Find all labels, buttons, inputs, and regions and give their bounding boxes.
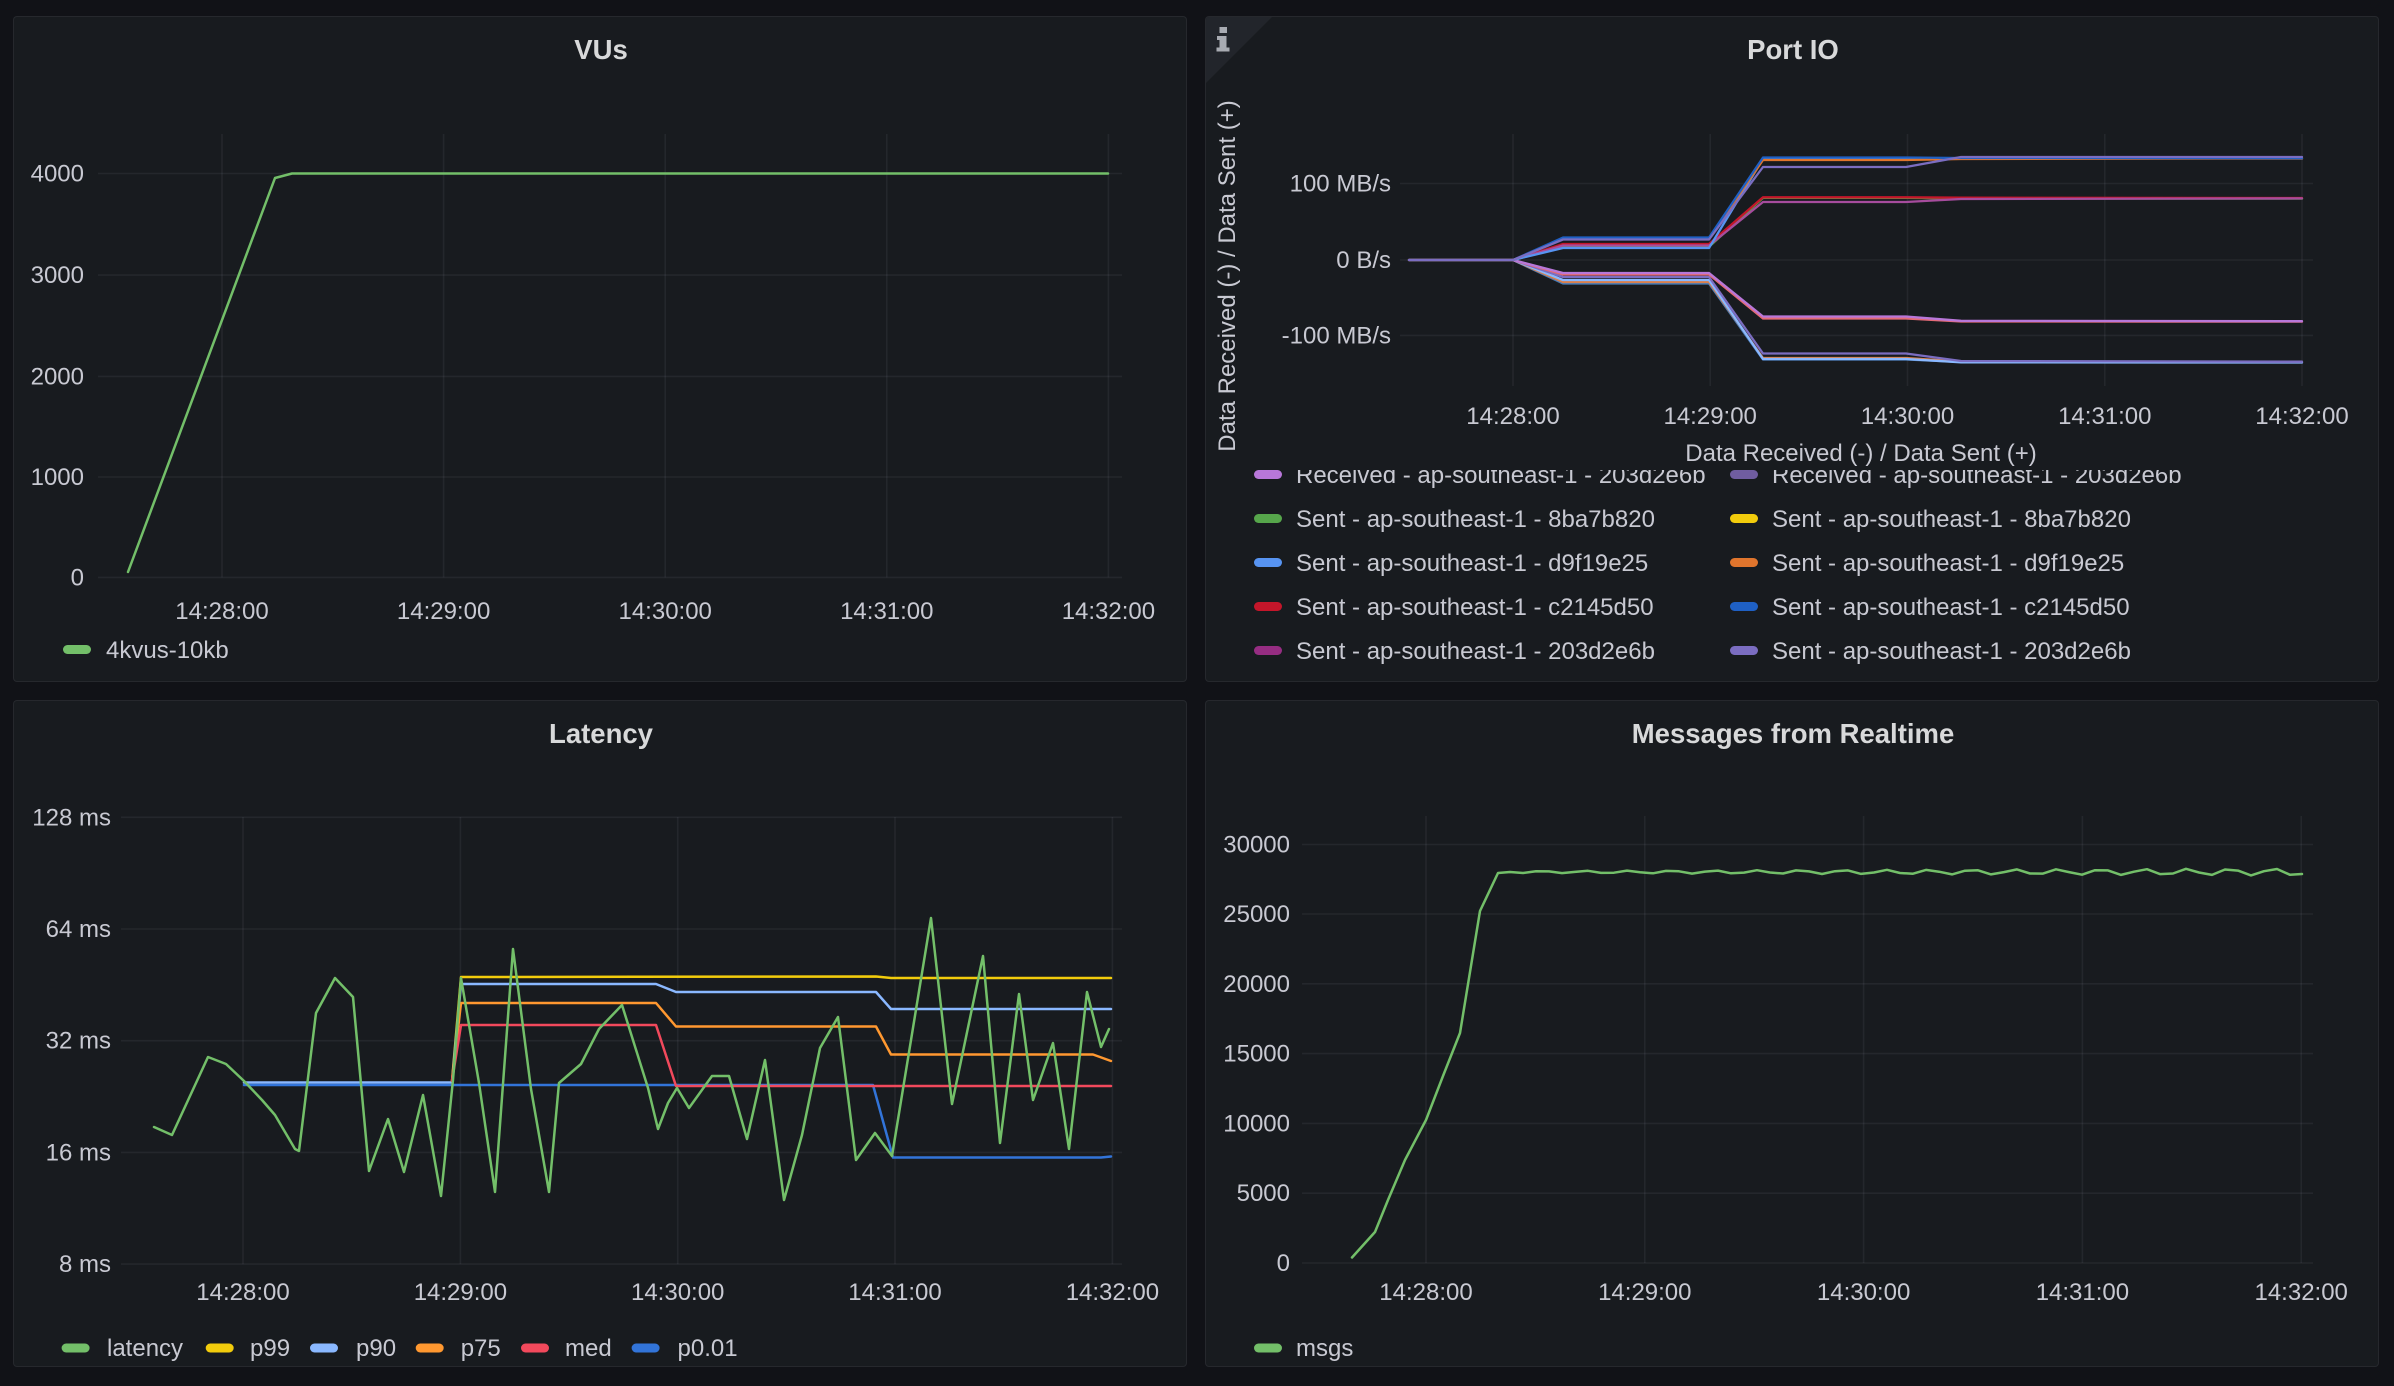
svg-text:Sent - ap-southeast-1 - d9f19e: Sent - ap-southeast-1 - d9f19e25 <box>1772 550 2124 577</box>
svg-text:64 ms: 64 ms <box>46 916 111 943</box>
svg-text:32 ms: 32 ms <box>46 1028 111 1055</box>
svg-text:0: 0 <box>71 564 84 591</box>
svg-text:Sent - ap-southeast-1 - 8ba7b8: Sent - ap-southeast-1 - 8ba7b820 <box>1296 506 1655 533</box>
svg-text:14:29:00: 14:29:00 <box>397 598 490 625</box>
svg-text:14:29:00: 14:29:00 <box>1598 1279 1691 1306</box>
svg-text:Port IO: Port IO <box>1747 34 1839 65</box>
svg-text:10000: 10000 <box>1223 1110 1290 1137</box>
svg-text:Received - ap-southeast-1 - 20: Received - ap-southeast-1 - 203d2e6b <box>1296 462 1706 489</box>
svg-text:14:29:00: 14:29:00 <box>1663 403 1756 430</box>
svg-text:14:31:00: 14:31:00 <box>848 1279 941 1306</box>
svg-text:Sent - ap-southeast-1 - d9f19e: Sent - ap-southeast-1 - d9f19e25 <box>1296 550 1648 577</box>
svg-text:msgs: msgs <box>1296 1335 1353 1362</box>
svg-text:8 ms: 8 ms <box>59 1251 111 1278</box>
svg-text:14:32:00: 14:32:00 <box>1066 1279 1159 1306</box>
svg-text:100 MB/s: 100 MB/s <box>1290 171 1391 198</box>
svg-text:Sent - ap-southeast-1 - 203d2e: Sent - ap-southeast-1 - 203d2e6b <box>1296 638 1655 665</box>
svg-text:Sent - ap-southeast-1 - 203d2e: Sent - ap-southeast-1 - 203d2e6b <box>1772 638 2131 665</box>
svg-text:14:32:00: 14:32:00 <box>1062 598 1155 625</box>
svg-text:14:28:00: 14:28:00 <box>1379 1279 1472 1306</box>
svg-text:128 ms: 128 ms <box>32 804 111 831</box>
svg-text:14:30:00: 14:30:00 <box>618 598 711 625</box>
svg-text:14:31:00: 14:31:00 <box>2058 403 2151 430</box>
svg-text:14:30:00: 14:30:00 <box>631 1279 724 1306</box>
svg-text:14:31:00: 14:31:00 <box>2036 1279 2129 1306</box>
svg-text:Latency: Latency <box>549 718 654 749</box>
svg-text:3000: 3000 <box>31 262 84 289</box>
svg-text:14:31:00: 14:31:00 <box>840 598 933 625</box>
svg-text:16 ms: 16 ms <box>46 1139 111 1166</box>
svg-text:14:32:00: 14:32:00 <box>2255 403 2348 430</box>
svg-text:15000: 15000 <box>1223 1041 1290 1068</box>
svg-text:med: med <box>565 1335 612 1362</box>
svg-text:14:30:00: 14:30:00 <box>1861 403 1954 430</box>
svg-text:25000: 25000 <box>1223 901 1290 928</box>
svg-text:20000: 20000 <box>1223 971 1290 998</box>
svg-text:14:28:00: 14:28:00 <box>175 598 268 625</box>
svg-text:14:28:00: 14:28:00 <box>1466 403 1559 430</box>
svg-text:Data Received (-) / Data Sent: Data Received (-) / Data Sent (+) <box>1214 100 1241 451</box>
svg-text:latency: latency <box>107 1335 183 1362</box>
svg-text:2000: 2000 <box>31 363 84 390</box>
svg-text:p99: p99 <box>250 1335 290 1362</box>
svg-text:14:29:00: 14:29:00 <box>414 1279 507 1306</box>
svg-text:5000: 5000 <box>1237 1180 1290 1207</box>
svg-text:Sent - ap-southeast-1 - c2145d: Sent - ap-southeast-1 - c2145d50 <box>1296 594 1654 621</box>
svg-text:VUs: VUs <box>574 34 628 65</box>
svg-text:30000: 30000 <box>1223 832 1290 859</box>
svg-text:14:30:00: 14:30:00 <box>1817 1279 1910 1306</box>
svg-text:Sent - ap-southeast-1 - c2145d: Sent - ap-southeast-1 - c2145d50 <box>1772 594 2130 621</box>
svg-text:p0.01: p0.01 <box>678 1335 738 1362</box>
svg-text:1000: 1000 <box>31 464 84 491</box>
svg-text:4000: 4000 <box>31 161 84 188</box>
svg-text:0 B/s: 0 B/s <box>1336 247 1391 274</box>
svg-text:0: 0 <box>1277 1250 1290 1277</box>
svg-text:p75: p75 <box>461 1335 501 1362</box>
svg-text:Data Received (-) / Data Sent: Data Received (-) / Data Sent (+) <box>1685 440 2036 467</box>
svg-text:p90: p90 <box>356 1335 396 1362</box>
svg-text:Sent - ap-southeast-1 - 8ba7b8: Sent - ap-southeast-1 - 8ba7b820 <box>1772 506 2131 533</box>
svg-text:-100 MB/s: -100 MB/s <box>1282 322 1391 349</box>
svg-text:14:28:00: 14:28:00 <box>196 1279 289 1306</box>
svg-text:4kvus-10kb: 4kvus-10kb <box>106 637 229 664</box>
svg-text:14:32:00: 14:32:00 <box>2254 1279 2347 1306</box>
svg-text:Messages from Realtime: Messages from Realtime <box>1632 718 1955 749</box>
